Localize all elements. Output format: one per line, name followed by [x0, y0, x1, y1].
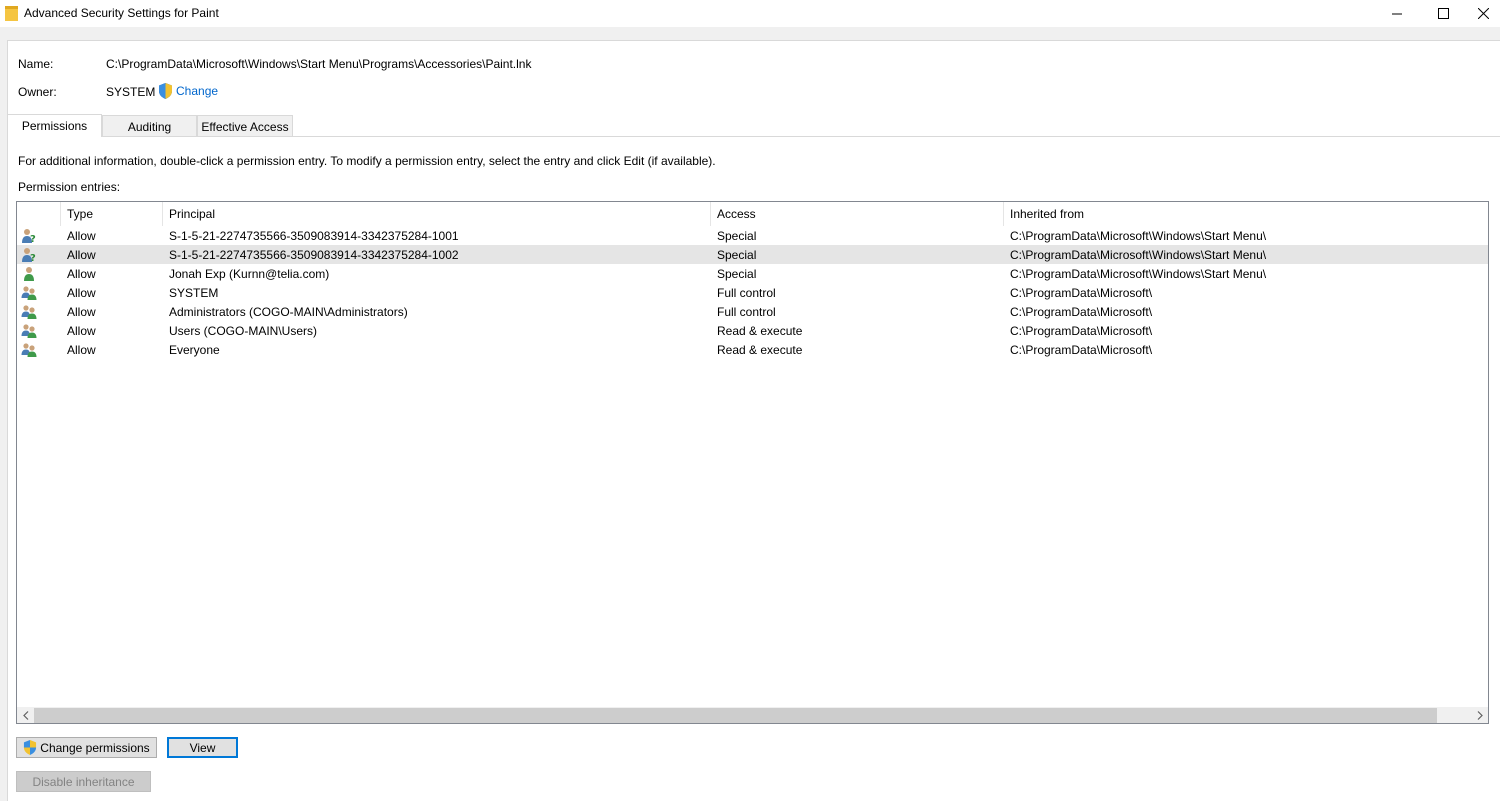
close-icon [1477, 8, 1489, 19]
table-row[interactable]: Allow Users (COGO-MAIN\Users) Read & execu… [17, 321, 1488, 340]
cell-access: Full control [717, 304, 776, 319]
minimize-icon [1392, 13, 1402, 14]
owner-label: Owner: [18, 85, 57, 99]
cell-inherited-from: C:\ProgramData\Microsoft\ [1010, 342, 1153, 357]
user-icon [21, 264, 39, 283]
cell-inherited-from: C:\ProgramData\Microsoft\ [1010, 285, 1153, 300]
permission-entries-list[interactable]: Type Principal Access Inherited from ? Al… [16, 201, 1489, 724]
name-label: Name: [18, 57, 54, 71]
svg-text:?: ? [30, 234, 36, 244]
tab-divider [7, 136, 1500, 137]
title-bar: Advanced Security Settings for Paint [0, 0, 1500, 27]
column-header-principal[interactable]: Principal [163, 202, 711, 226]
cell-inherited-from: C:\ProgramData\Microsoft\Windows\Start M… [1010, 247, 1267, 262]
cell-type: Allow [67, 228, 96, 243]
unknown-user-icon: ? [21, 226, 39, 245]
group-icon [21, 283, 39, 302]
table-row[interactable]: ? Allow S-1-5-21-2274735566-3509083914-334… [17, 226, 1488, 245]
scroll-left-button[interactable] [17, 707, 34, 723]
change-link-label: Change [176, 84, 219, 98]
folder-icon [5, 5, 18, 21]
cell-access: Read & execute [717, 323, 803, 338]
cell-principal: SYSTEM [169, 285, 219, 300]
tab-effective-access[interactable]: Effective Access [197, 115, 293, 137]
maximize-icon [1437, 8, 1449, 19]
table-row[interactable]: ? Allow S-1-5-21-2274735566-3509083914-334… [17, 245, 1488, 264]
change-permissions-label: Change permissions [40, 740, 150, 755]
cell-inherited-from: C:\ProgramData\Microsoft\ [1010, 304, 1153, 319]
cell-access: Special [717, 247, 757, 262]
view-button[interactable]: View [167, 737, 238, 758]
cell-type: Allow [67, 266, 96, 281]
scroll-right-button[interactable] [1471, 707, 1488, 723]
cell-access: Full control [717, 285, 776, 300]
table-row[interactable]: Allow Jonah Exp (Kurnn@telia.com) Special C… [17, 264, 1488, 283]
cell-principal: Administrators (COGO-MAIN\Administrators… [169, 304, 408, 319]
cell-access: Special [717, 228, 757, 243]
cell-access: Special [717, 266, 757, 281]
change-owner-link[interactable]: Change [158, 83, 218, 99]
cell-inherited-from: C:\ProgramData\Microsoft\Windows\Start M… [1010, 228, 1267, 243]
table-row[interactable]: Allow Everyone Read & execute C:\ProgramDat… [17, 340, 1488, 359]
group-icon [21, 340, 39, 359]
close-button[interactable] [1466, 0, 1500, 27]
cell-type: Allow [67, 342, 96, 357]
cell-type: Allow [67, 285, 96, 300]
chevron-left-icon [22, 711, 28, 720]
cell-inherited-from: C:\ProgramData\Microsoft\ [1010, 323, 1153, 338]
column-header-icon[interactable] [17, 202, 61, 226]
maximize-button[interactable] [1420, 0, 1466, 27]
cell-type: Allow [67, 247, 96, 262]
svg-text:?: ? [30, 253, 36, 263]
table-row[interactable]: Allow Administrators (COGO-MAIN\Administr… [17, 302, 1488, 321]
list-header: Type Principal Access Inherited from [17, 202, 1488, 226]
unknown-user-icon: ? [21, 245, 39, 264]
cell-type: Allow [67, 323, 96, 338]
table-row[interactable]: Allow SYSTEM Full control C:\ProgramData\Mi… [17, 283, 1488, 302]
column-header-type[interactable]: Type [61, 202, 163, 226]
cell-principal: Users (COGO-MAIN\Users) [169, 323, 317, 338]
column-header-inherited-from[interactable]: Inherited from [1004, 202, 1488, 226]
scrollbar-thumb[interactable] [34, 708, 1437, 723]
cell-type: Allow [67, 304, 96, 319]
minimize-button[interactable] [1374, 0, 1420, 27]
change-permissions-button[interactable]: Change permissions [16, 737, 157, 758]
tab-auditing[interactable]: Auditing [102, 115, 197, 137]
permission-entries-label: Permission entries: [18, 180, 121, 194]
cell-principal: S-1-5-21-2274735566-3509083914-334237528… [169, 228, 459, 243]
chevron-right-icon [1477, 711, 1483, 720]
horizontal-scrollbar[interactable] [17, 707, 1488, 723]
column-header-access[interactable]: Access [711, 202, 1004, 226]
uac-shield-icon [159, 83, 172, 99]
group-icon [21, 302, 39, 321]
owner-value: SYSTEM [106, 85, 156, 99]
cell-inherited-from: C:\ProgramData\Microsoft\Windows\Start M… [1010, 266, 1267, 281]
cell-principal: Everyone [169, 342, 220, 357]
cell-principal: Jonah Exp (Kurnn@telia.com) [169, 266, 330, 281]
cell-access: Read & execute [717, 342, 803, 357]
window-title: Advanced Security Settings for Paint [24, 6, 219, 20]
name-value: C:\ProgramData\Microsoft\Windows\Start M… [106, 57, 532, 71]
info-text: For additional information, double-click… [18, 154, 716, 168]
group-icon [21, 321, 39, 340]
tab-permissions[interactable]: Permissions [7, 114, 102, 137]
uac-shield-icon [24, 740, 37, 755]
disable-inheritance-button: Disable inheritance [16, 771, 151, 792]
cell-principal: S-1-5-21-2274735566-3509083914-334237528… [169, 247, 459, 262]
